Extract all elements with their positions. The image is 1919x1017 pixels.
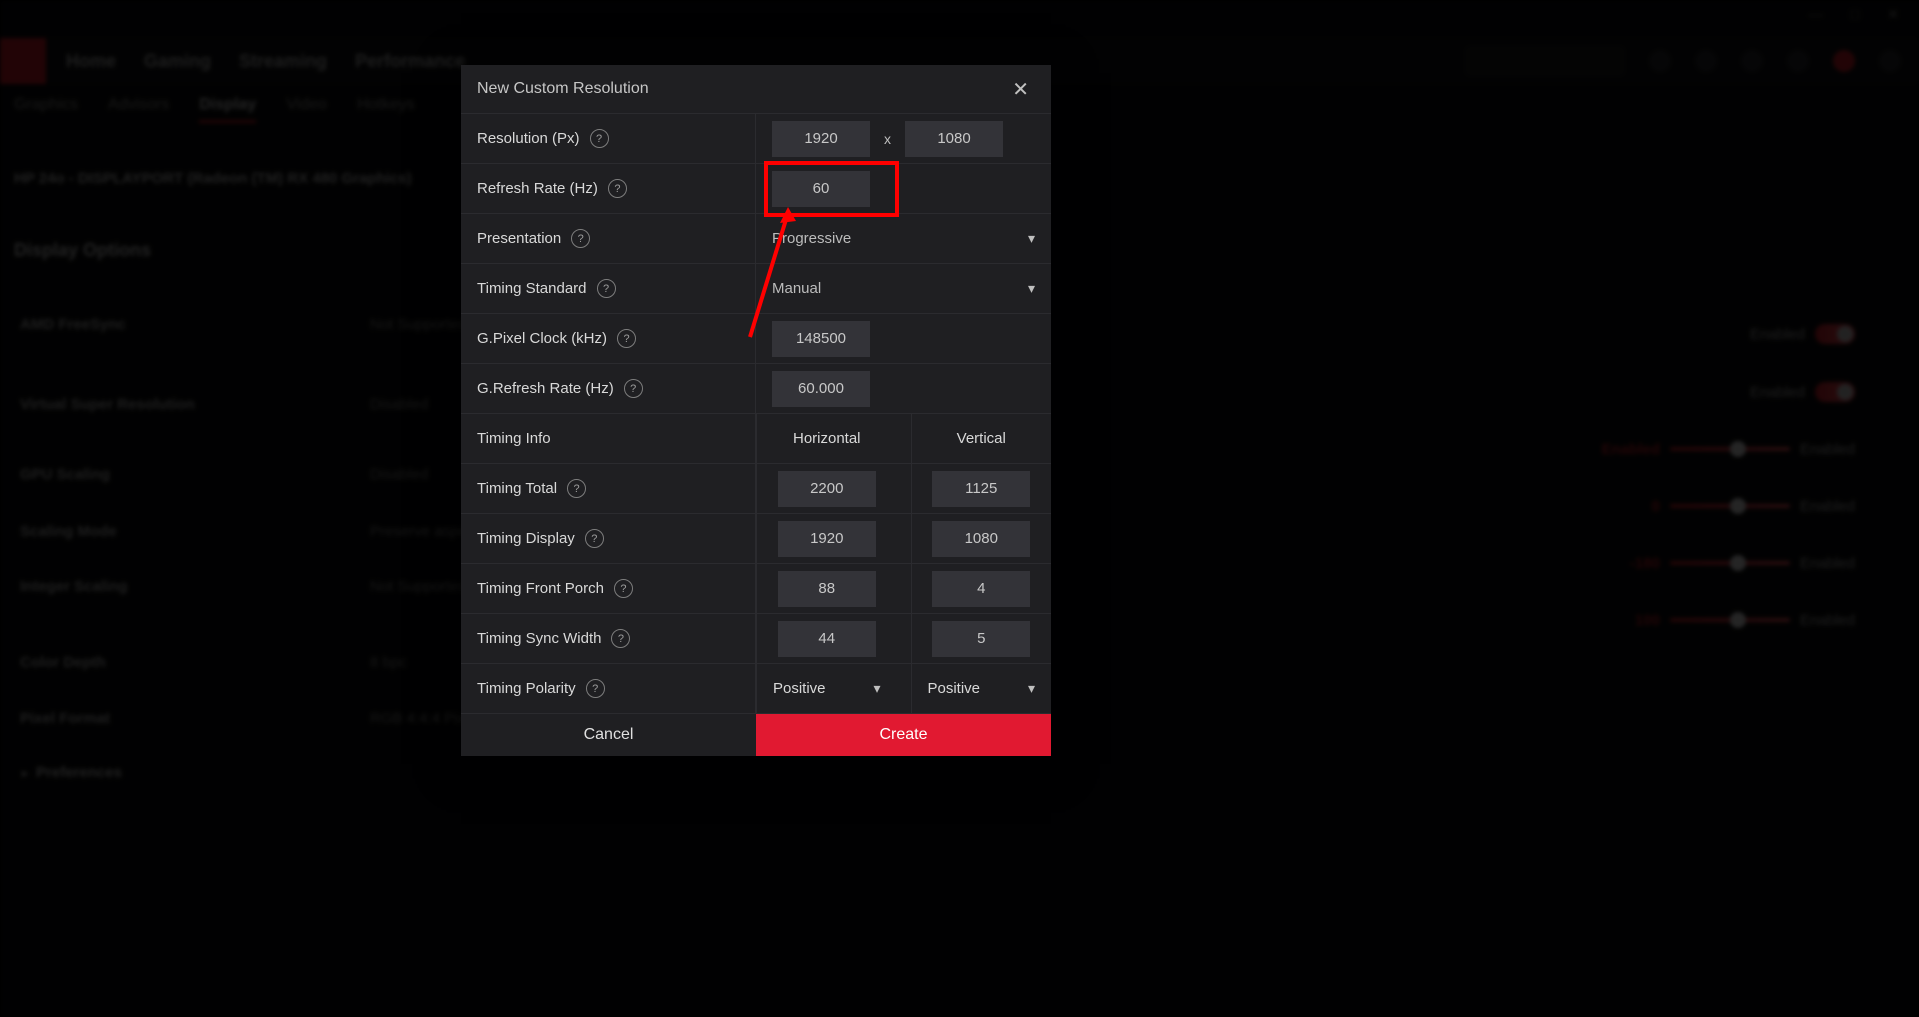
- row-timing-standard: Timing Standard ? Manual ▾: [461, 263, 1051, 313]
- close-dialog-button[interactable]: ✕: [1006, 73, 1035, 106]
- grefresh-rate-label: G.Refresh Rate (Hz): [477, 380, 614, 397]
- timing-polarity-h-select[interactable]: Positive ▾: [756, 664, 897, 713]
- row-timing-polarity: Timing Polarity ? Positive ▾ Positive ▾: [461, 663, 1051, 713]
- timing-standard-label: Timing Standard: [477, 280, 587, 297]
- dialog-actions: Cancel Create: [461, 713, 1051, 756]
- timing-total-h-input[interactable]: [778, 471, 876, 507]
- help-icon[interactable]: ?: [567, 479, 586, 498]
- timing-swidth-h-input[interactable]: [778, 621, 876, 657]
- row-resolution: Resolution (Px) ? x: [461, 113, 1051, 163]
- x-separator: x: [884, 131, 891, 147]
- dialog-header: New Custom Resolution ✕: [461, 65, 1051, 113]
- new-custom-resolution-dialog: New Custom Resolution ✕ Resolution (Px) …: [461, 65, 1051, 756]
- timing-fporch-v-input[interactable]: [932, 571, 1030, 607]
- chevron-down-icon: ▾: [873, 680, 880, 697]
- row-timing-display: Timing Display ?: [461, 513, 1051, 563]
- help-icon[interactable]: ?: [617, 329, 636, 348]
- col-vertical-label: Vertical: [911, 414, 1052, 463]
- timing-display-label: Timing Display: [477, 530, 575, 547]
- row-timing-sync-width: Timing Sync Width ?: [461, 613, 1051, 663]
- row-grefresh-rate: G.Refresh Rate (Hz) ?: [461, 363, 1051, 413]
- presentation-select[interactable]: Progressive ▾: [756, 214, 1051, 263]
- chevron-down-icon: ▾: [1028, 280, 1035, 297]
- refresh-rate-input[interactable]: [772, 171, 870, 207]
- help-icon[interactable]: ?: [590, 129, 609, 148]
- timing-fporch-h-input[interactable]: [778, 571, 876, 607]
- chevron-down-icon: ▾: [1028, 680, 1035, 697]
- timing-display-h-input[interactable]: [778, 521, 876, 557]
- timing-sync-width-label: Timing Sync Width: [477, 630, 601, 647]
- row-timing-front-porch: Timing Front Porch ?: [461, 563, 1051, 613]
- col-horizontal-label: Horizontal: [756, 414, 897, 463]
- help-icon[interactable]: ?: [597, 279, 616, 298]
- row-timing-info-header: Timing Info Horizontal Vertical: [461, 413, 1051, 463]
- help-icon[interactable]: ?: [571, 229, 590, 248]
- timing-swidth-v-input[interactable]: [932, 621, 1030, 657]
- resolution-label: Resolution (Px): [477, 130, 580, 147]
- timing-polarity-label: Timing Polarity: [477, 680, 576, 697]
- timing-display-v-input[interactable]: [932, 521, 1030, 557]
- refresh-rate-label: Refresh Rate (Hz): [477, 180, 598, 197]
- create-button[interactable]: Create: [756, 714, 1051, 756]
- chevron-down-icon: ▾: [1028, 230, 1035, 247]
- timing-info-label: Timing Info: [477, 430, 551, 447]
- dialog-title: New Custom Resolution: [477, 80, 649, 98]
- resolution-width-input[interactable]: [772, 121, 870, 157]
- row-refresh-rate: Refresh Rate (Hz) ?: [461, 163, 1051, 213]
- grefresh-rate-input[interactable]: [772, 371, 870, 407]
- gpixel-clock-label: G.Pixel Clock (kHz): [477, 330, 607, 347]
- timing-standard-select[interactable]: Manual ▾: [756, 264, 1051, 313]
- help-icon[interactable]: ?: [611, 629, 630, 648]
- row-timing-total: Timing Total ?: [461, 463, 1051, 513]
- row-gpixel-clock: G.Pixel Clock (kHz) ?: [461, 313, 1051, 363]
- timing-total-label: Timing Total: [477, 480, 557, 497]
- help-icon[interactable]: ?: [586, 679, 605, 698]
- help-icon[interactable]: ?: [585, 529, 604, 548]
- help-icon[interactable]: ?: [624, 379, 643, 398]
- help-icon[interactable]: ?: [614, 579, 633, 598]
- help-icon[interactable]: ?: [608, 179, 627, 198]
- presentation-label: Presentation: [477, 230, 561, 247]
- row-presentation: Presentation ? Progressive ▾: [461, 213, 1051, 263]
- timing-polarity-v-select[interactable]: Positive ▾: [911, 664, 1052, 713]
- resolution-height-input[interactable]: [905, 121, 1003, 157]
- cancel-button[interactable]: Cancel: [461, 714, 756, 756]
- timing-total-v-input[interactable]: [932, 471, 1030, 507]
- timing-front-porch-label: Timing Front Porch: [477, 580, 604, 597]
- gpixel-clock-input[interactable]: [772, 321, 870, 357]
